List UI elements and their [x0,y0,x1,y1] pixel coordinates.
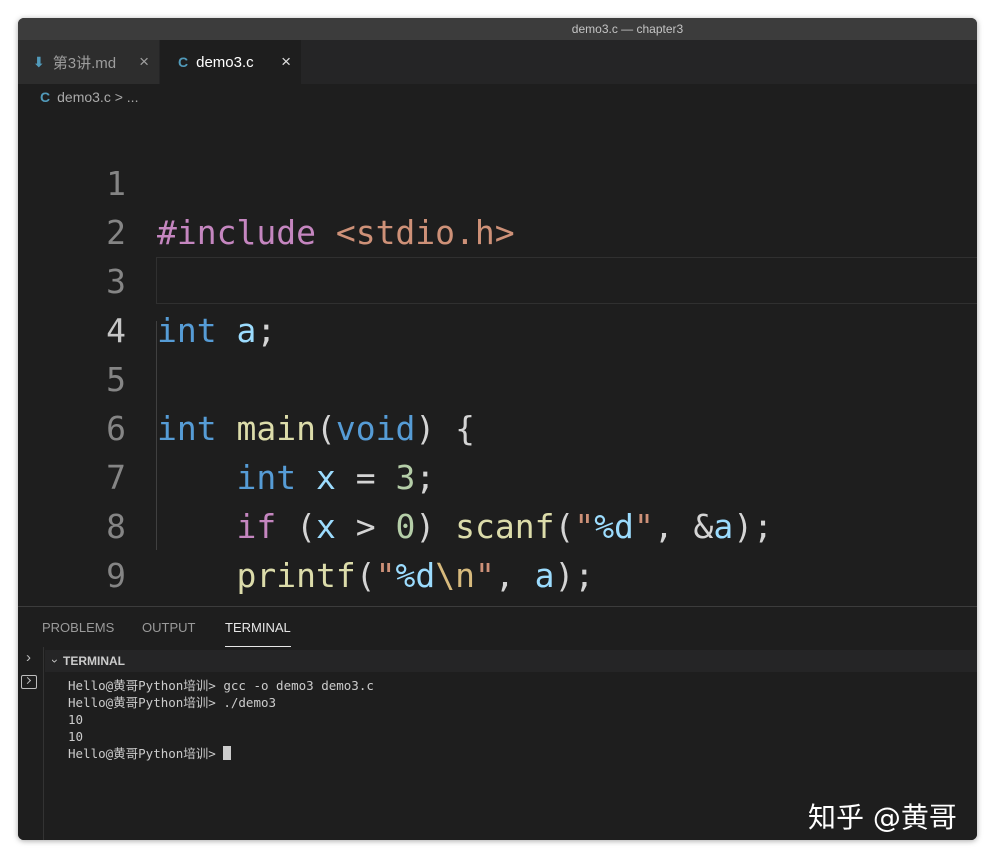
code-line: 7 if (x > 0) scanf("%d", &a); [18,404,977,546]
close-icon[interactable]: × [281,52,291,72]
terminal-cursor [223,746,232,760]
code-line: 8 printf("%d\n", a); [18,453,977,595]
code-line: 5 int main(void) { [18,306,977,448]
editor-tab-bar: ⬇ 第3讲.md × C demo3.c × [18,40,977,84]
close-icon[interactable]: × [139,52,149,72]
breadcrumb-file[interactable]: demo3.c [57,89,111,105]
code-line: 9 return 0; [18,502,977,644]
tab-problems[interactable]: PROBLEMS [42,607,114,647]
tab-output[interactable]: OUTPUT [142,607,195,647]
watermark: 知乎 @黄哥 [808,801,957,834]
code-line: 4 [18,257,977,350]
code-line: 2 [18,159,977,252]
c-file-icon: C [40,89,51,105]
chevron-right-icon: > [114,89,123,105]
terminal-header-label: TERMINAL [63,654,125,668]
terminal-prompt: Hello@黄哥Python培训> [68,746,224,761]
markdown-icon: ⬇ [33,53,45,70]
terminal-settings-icon[interactable] [21,675,37,689]
panel-sidebar: › [18,647,44,840]
code-editor[interactable]: 1 #include <stdio.h> 2 3 int a; 4 5 int … [18,110,977,693]
panel-tabs: PROBLEMS OUTPUT TERMINAL [18,607,977,647]
terminal-prompt-line: Hello@黄哥Python培训> [68,745,374,762]
tab-c-file[interactable]: C demo3.c × [160,40,301,84]
tab-label: 第3讲.md [52,54,117,72]
vscode-window: demo3.c — chapter3 ⬇ 第3讲.md × C demo3.c … [18,18,977,840]
c-file-icon: C [178,54,189,70]
breadcrumb-symbol[interactable]: ... [127,89,139,105]
code-line: 10 } [18,551,977,693]
terminal-line: Hello@黄哥Python培训> ./demo3 [68,695,277,710]
terminal-line: 10 [68,729,84,744]
terminal-line: 10 [68,712,84,727]
chevron-down-icon: › [48,659,62,663]
title-bar: demo3.c — chapter3 [18,18,977,40]
terminal-section-header[interactable]: ›TERMINAL [45,650,977,672]
tab-terminal[interactable]: TERMINAL [225,607,291,647]
breadcrumb: Cdemo3.c > ... [18,84,977,110]
window-title: demo3.c — chapter3 [571,22,684,36]
code-line: 1 #include <stdio.h> [18,110,977,252]
terminal-line: Hello@黄哥Python培训> gcc -o demo3 demo3.c [68,678,374,693]
chevron-right-icon[interactable]: › [26,649,31,666]
terminal-output[interactable]: Hello@黄哥Python培训> gcc -o demo3 demo3.c He… [68,677,374,762]
code-line: 3 int a; [18,208,977,350]
tab-markdown-file[interactable]: ⬇ 第3讲.md × [18,40,159,84]
code-line: 6 int x = 3; [18,355,977,497]
tab-label: demo3.c [196,53,254,71]
